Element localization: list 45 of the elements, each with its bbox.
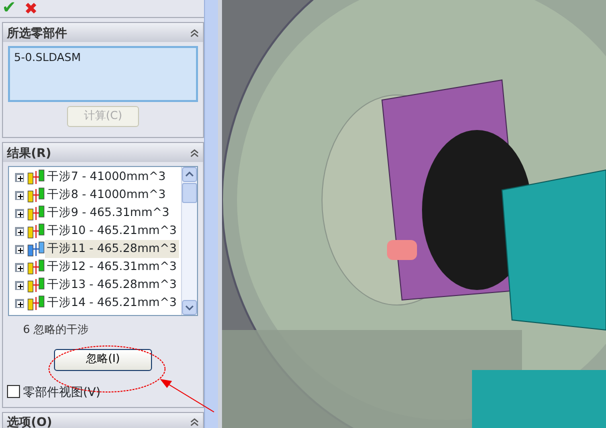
component-list[interactable]: 5-0.SLDASM — [8, 46, 198, 102]
scroll-up-button[interactable] — [182, 167, 197, 182]
collapse-icon[interactable] — [190, 28, 199, 36]
list-item[interactable]: 5-0.SLDASM — [14, 50, 192, 66]
tree-item[interactable]: 干涉10 - 465.21mm^3 — [45, 222, 179, 240]
tree-item[interactable]: 干涉7 - 41000mm^3 — [45, 168, 168, 186]
panel-scrollbar[interactable] — [204, 0, 218, 428]
section-title: 选项(O) — [7, 414, 52, 428]
section-title: 所选零部件 — [7, 24, 67, 42]
scrollbar[interactable] — [181, 167, 197, 315]
expand-icon[interactable] — [15, 298, 24, 308]
interference-icon — [27, 295, 45, 311]
section-header[interactable]: 选项(O) — [3, 412, 203, 428]
interference-icon — [27, 169, 45, 185]
interference-icon — [27, 223, 45, 239]
scroll-thumb[interactable] — [182, 183, 197, 203]
interference-icon — [27, 205, 45, 221]
ignored-count: 6 忽略的干涉 — [23, 322, 90, 338]
section-header[interactable]: 结果(R) — [3, 143, 203, 162]
tree-item[interactable]: 干涉14 - 465.21mm^3 — [45, 294, 179, 312]
expand-icon[interactable] — [15, 280, 24, 290]
tree-item[interactable]: 干涉9 - 465.31mm^3 — [45, 204, 172, 222]
tree-item[interactable]: 干涉12 - 465.31mm^3 — [45, 258, 179, 276]
expand-icon[interactable] — [15, 190, 24, 200]
expand-icon[interactable] — [15, 244, 24, 254]
interference-icon — [27, 259, 45, 275]
expand-icon[interactable] — [15, 172, 24, 182]
collapse-icon[interactable] — [190, 148, 199, 156]
scroll-down-button[interactable] — [182, 300, 197, 315]
section-title: 结果(R) — [7, 144, 52, 162]
cancel-icon[interactable]: ✖ — [24, 0, 38, 16]
expand-icon[interactable] — [15, 262, 24, 272]
section-header[interactable]: 所选零部件 — [3, 23, 203, 42]
expand-icon[interactable] — [15, 226, 24, 236]
expand-icon[interactable] — [15, 208, 24, 218]
interference-icon — [27, 241, 45, 257]
tree-item[interactable]: 干涉13 - 465.28mm^3 — [45, 276, 179, 294]
ignore-button[interactable]: 忽略(I) — [54, 348, 152, 370]
interference-icon — [27, 277, 45, 293]
checkbox[interactable] — [7, 385, 20, 398]
interference-icon — [27, 187, 45, 203]
annotation-arrow — [160, 379, 214, 412]
collapse-icon[interactable] — [190, 418, 199, 426]
tree-item[interactable]: 干涉11 - 465.28mm^3 — [45, 240, 179, 258]
tree-item[interactable]: 干涉8 - 41000mm^3 — [45, 186, 168, 204]
